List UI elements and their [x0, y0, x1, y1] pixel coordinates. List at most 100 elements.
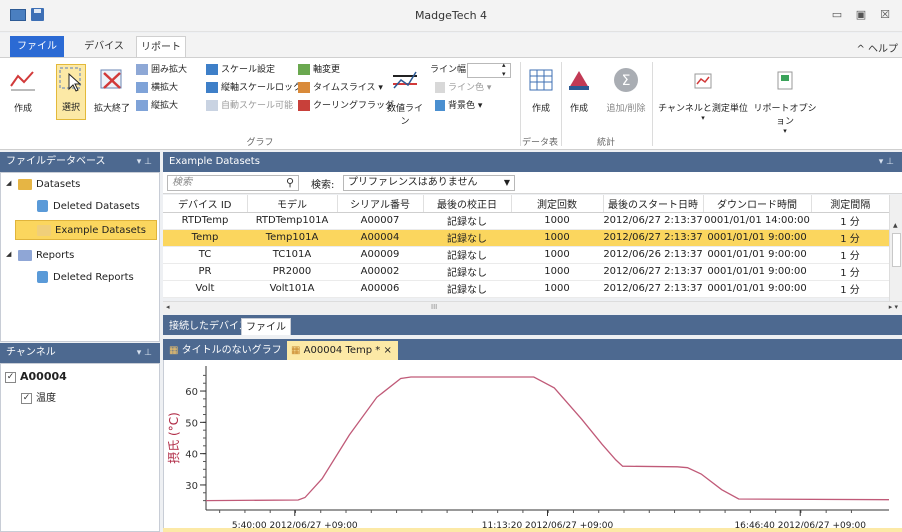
y-tick-label: 40	[185, 450, 198, 461]
scroll-right-icon[interactable]: ▸ ▾	[889, 303, 898, 311]
cooling-flag-button[interactable]: クーリングフラッグ	[298, 98, 394, 114]
channel-units-button[interactable]: チャンネルと測定単位 ▾	[657, 66, 749, 122]
tab-untitled-graph[interactable]: ▦ タイトルのないグラフ	[165, 341, 288, 360]
line-color-button[interactable]: ライン色 ▾	[435, 80, 491, 96]
help-menu[interactable]: ^ ヘルプ	[856, 40, 898, 55]
table-cell: 2012/06/27 2:13:37	[603, 263, 703, 281]
dropdown-caret-icon: ▾	[701, 114, 705, 122]
scroll-thumb-grip[interactable]: III	[431, 303, 437, 311]
tree-item-reports[interactable]: Reports	[18, 246, 74, 266]
tree-item-example-datasets[interactable]: Example Datasets	[15, 220, 157, 240]
tab-files[interactable]: ファイル	[241, 318, 291, 335]
temperature-chart[interactable]: 30405060摂氏 (°C)5:40:00 2012/06/27 +09:00…	[164, 360, 902, 532]
y-tick-label: 50	[185, 418, 198, 429]
bg-color-label: 背景色 ▾	[448, 101, 483, 111]
select-tool-button[interactable]: 選択	[56, 64, 86, 120]
timeslice-button[interactable]: タイムスライス ▾	[298, 80, 383, 96]
column-header[interactable]: デバイス ID	[163, 195, 248, 213]
create-table-button[interactable]: 作成	[526, 66, 556, 114]
table-row[interactable]: PR PR2000 A00002 記録なし 1000 2012/06/27 2:13:37…	[163, 263, 889, 281]
channel-checkbox-row[interactable]: ✓ 温度	[21, 389, 56, 409]
title-bar: MadgeTech 4 ▭ ▣ ☒	[0, 0, 902, 32]
table-cell: 1000	[511, 263, 603, 281]
auto-scale-button[interactable]: 自動スケール可能	[206, 98, 293, 114]
scroll-thumb[interactable]	[892, 233, 901, 267]
table-vertical-scrollbar[interactable]: ▲	[889, 195, 902, 301]
minimize-button[interactable]: ▭	[828, 8, 846, 22]
zoom-end-button[interactable]: 拡大終了	[90, 66, 134, 114]
column-header[interactable]: 最後のスタート日時	[603, 195, 704, 213]
timeslice-label: タイムスライス ▾	[313, 83, 383, 93]
tree-item-deleted-datasets[interactable]: Deleted Datasets	[37, 197, 140, 217]
select-label: 選択	[61, 103, 80, 113]
tab-a00004-temp[interactable]: ▦ A00004 Temp * ×	[287, 341, 398, 360]
restore-button[interactable]: ▣	[852, 8, 870, 22]
table-cell: A00009	[337, 246, 423, 264]
expand-triangle-icon[interactable]: ◢	[6, 250, 11, 258]
table-group-label: データ表	[521, 138, 558, 148]
channel-header: チャンネル ▾ ⊥	[0, 343, 160, 363]
pin-icon[interactable]: ▾ ⊥	[879, 152, 894, 172]
create-stats-button[interactable]: 作成	[564, 66, 594, 114]
scale-setting-label: スケール設定	[221, 65, 276, 75]
zoom-horizontal-icon	[136, 82, 148, 93]
search-input[interactable]: 検索	[167, 175, 299, 191]
graph-area[interactable]: 30 40 50 60 摂氏 (°C) 5:40:00 2012/06/27 +09:00…	[163, 360, 902, 532]
bg-color-button[interactable]: 背景色 ▾	[435, 98, 482, 114]
scale-setting-button[interactable]: スケール設定	[206, 62, 275, 78]
column-header[interactable]: 最後の校正日	[423, 195, 512, 213]
v-scale-lock-button[interactable]: 縦軸スケールロック	[206, 80, 302, 96]
column-header[interactable]: 測定間隔	[811, 195, 889, 213]
pin-icon[interactable]: ▾ ⊥	[137, 343, 152, 363]
table-cell: 記録なし	[423, 263, 511, 281]
app-window: MadgeTech 4 ▭ ▣ ☒ ファイル デバイス リポート ^ ヘルプ 作…	[0, 0, 902, 532]
table-row[interactable]: RTDTemp RTDTemp101A A00007 記録なし 1000 2012/06/…	[163, 212, 889, 230]
pin-icon[interactable]: ▾ ⊥	[137, 152, 152, 172]
tab-connected-devices[interactable]: 接続したデバイス	[165, 318, 253, 335]
close-tab-icon[interactable]: ×	[384, 345, 392, 356]
value-line-button[interactable]: 数値ライン	[384, 66, 426, 127]
graph-footer-bar	[163, 528, 902, 532]
column-header[interactable]: シリアル番号	[337, 195, 424, 213]
zoom-v-button[interactable]: 縦拡大	[136, 98, 178, 114]
tree-item-datasets[interactable]: Datasets	[18, 175, 80, 195]
search-filter-select[interactable]: プリファレンスはありません ▼	[343, 175, 515, 191]
device-checkbox-row[interactable]: ✓ A00004	[5, 367, 67, 387]
scroll-left-icon[interactable]: ◂	[166, 303, 170, 311]
checkbox-icon[interactable]: ✓	[5, 371, 16, 383]
report-options-button[interactable]: リポートオプション ▾	[752, 66, 818, 135]
file-db-title: ファイルデータベース	[6, 156, 106, 167]
search-icon[interactable]: ⚲	[286, 176, 294, 189]
stats-add-remove-button[interactable]: Σ 追加/削除	[604, 66, 648, 114]
tab-file[interactable]: ファイル	[10, 36, 64, 57]
expand-triangle-icon[interactable]: ◢	[6, 179, 11, 187]
column-header[interactable]: モデル	[247, 195, 338, 213]
tree-item-deleted-reports[interactable]: Deleted Reports	[37, 268, 134, 288]
temperature-series-line[interactable]	[205, 376, 890, 502]
table-row[interactable]: Volt Volt101A A00006 記録なし 1000 2012/06/27 2:1…	[163, 280, 889, 298]
stats-chart-icon	[569, 71, 589, 90]
table-cell: TC	[163, 246, 247, 264]
scale-lock-icon	[206, 82, 218, 93]
scroll-up-icon[interactable]: ▲	[893, 222, 898, 229]
table-row[interactable]: Temp Temp101A A00004 記録なし 1000 2012/06/27 2:1…	[163, 229, 889, 247]
line-width-spinner[interactable]	[467, 61, 511, 79]
search-option-text: プリファレンスはありません	[348, 177, 478, 188]
create-graph-button[interactable]: 作成	[6, 66, 40, 114]
chevron-down-icon: ▼	[503, 178, 510, 187]
tab-report[interactable]: リポート	[136, 36, 186, 57]
close-window-button[interactable]: ☒	[876, 8, 894, 22]
zoom-h-button[interactable]: 横拡大	[136, 80, 178, 96]
graph-doc-icon: ▦	[291, 345, 304, 356]
table-row[interactable]: TC TC101A A00009 記録なし 1000 2012/06/26 2:13:37…	[163, 246, 889, 264]
zoom-box-button[interactable]: 囲み拡大	[136, 62, 187, 78]
axis-change-button[interactable]: 軸変更	[298, 62, 340, 78]
v-scale-lock-label: 縦軸スケールロック	[221, 83, 303, 93]
column-header[interactable]: ダウンロード時間	[703, 195, 812, 213]
checkbox-icon[interactable]: ✓	[21, 392, 32, 404]
auto-scale-icon	[206, 100, 218, 111]
table-cell: TC101A	[247, 246, 337, 264]
tab-device[interactable]: デバイス	[80, 36, 128, 57]
table-horizontal-scrollbar[interactable]: ◂ III ▸ ▾	[163, 301, 902, 314]
column-header[interactable]: 測定回数	[511, 195, 604, 213]
